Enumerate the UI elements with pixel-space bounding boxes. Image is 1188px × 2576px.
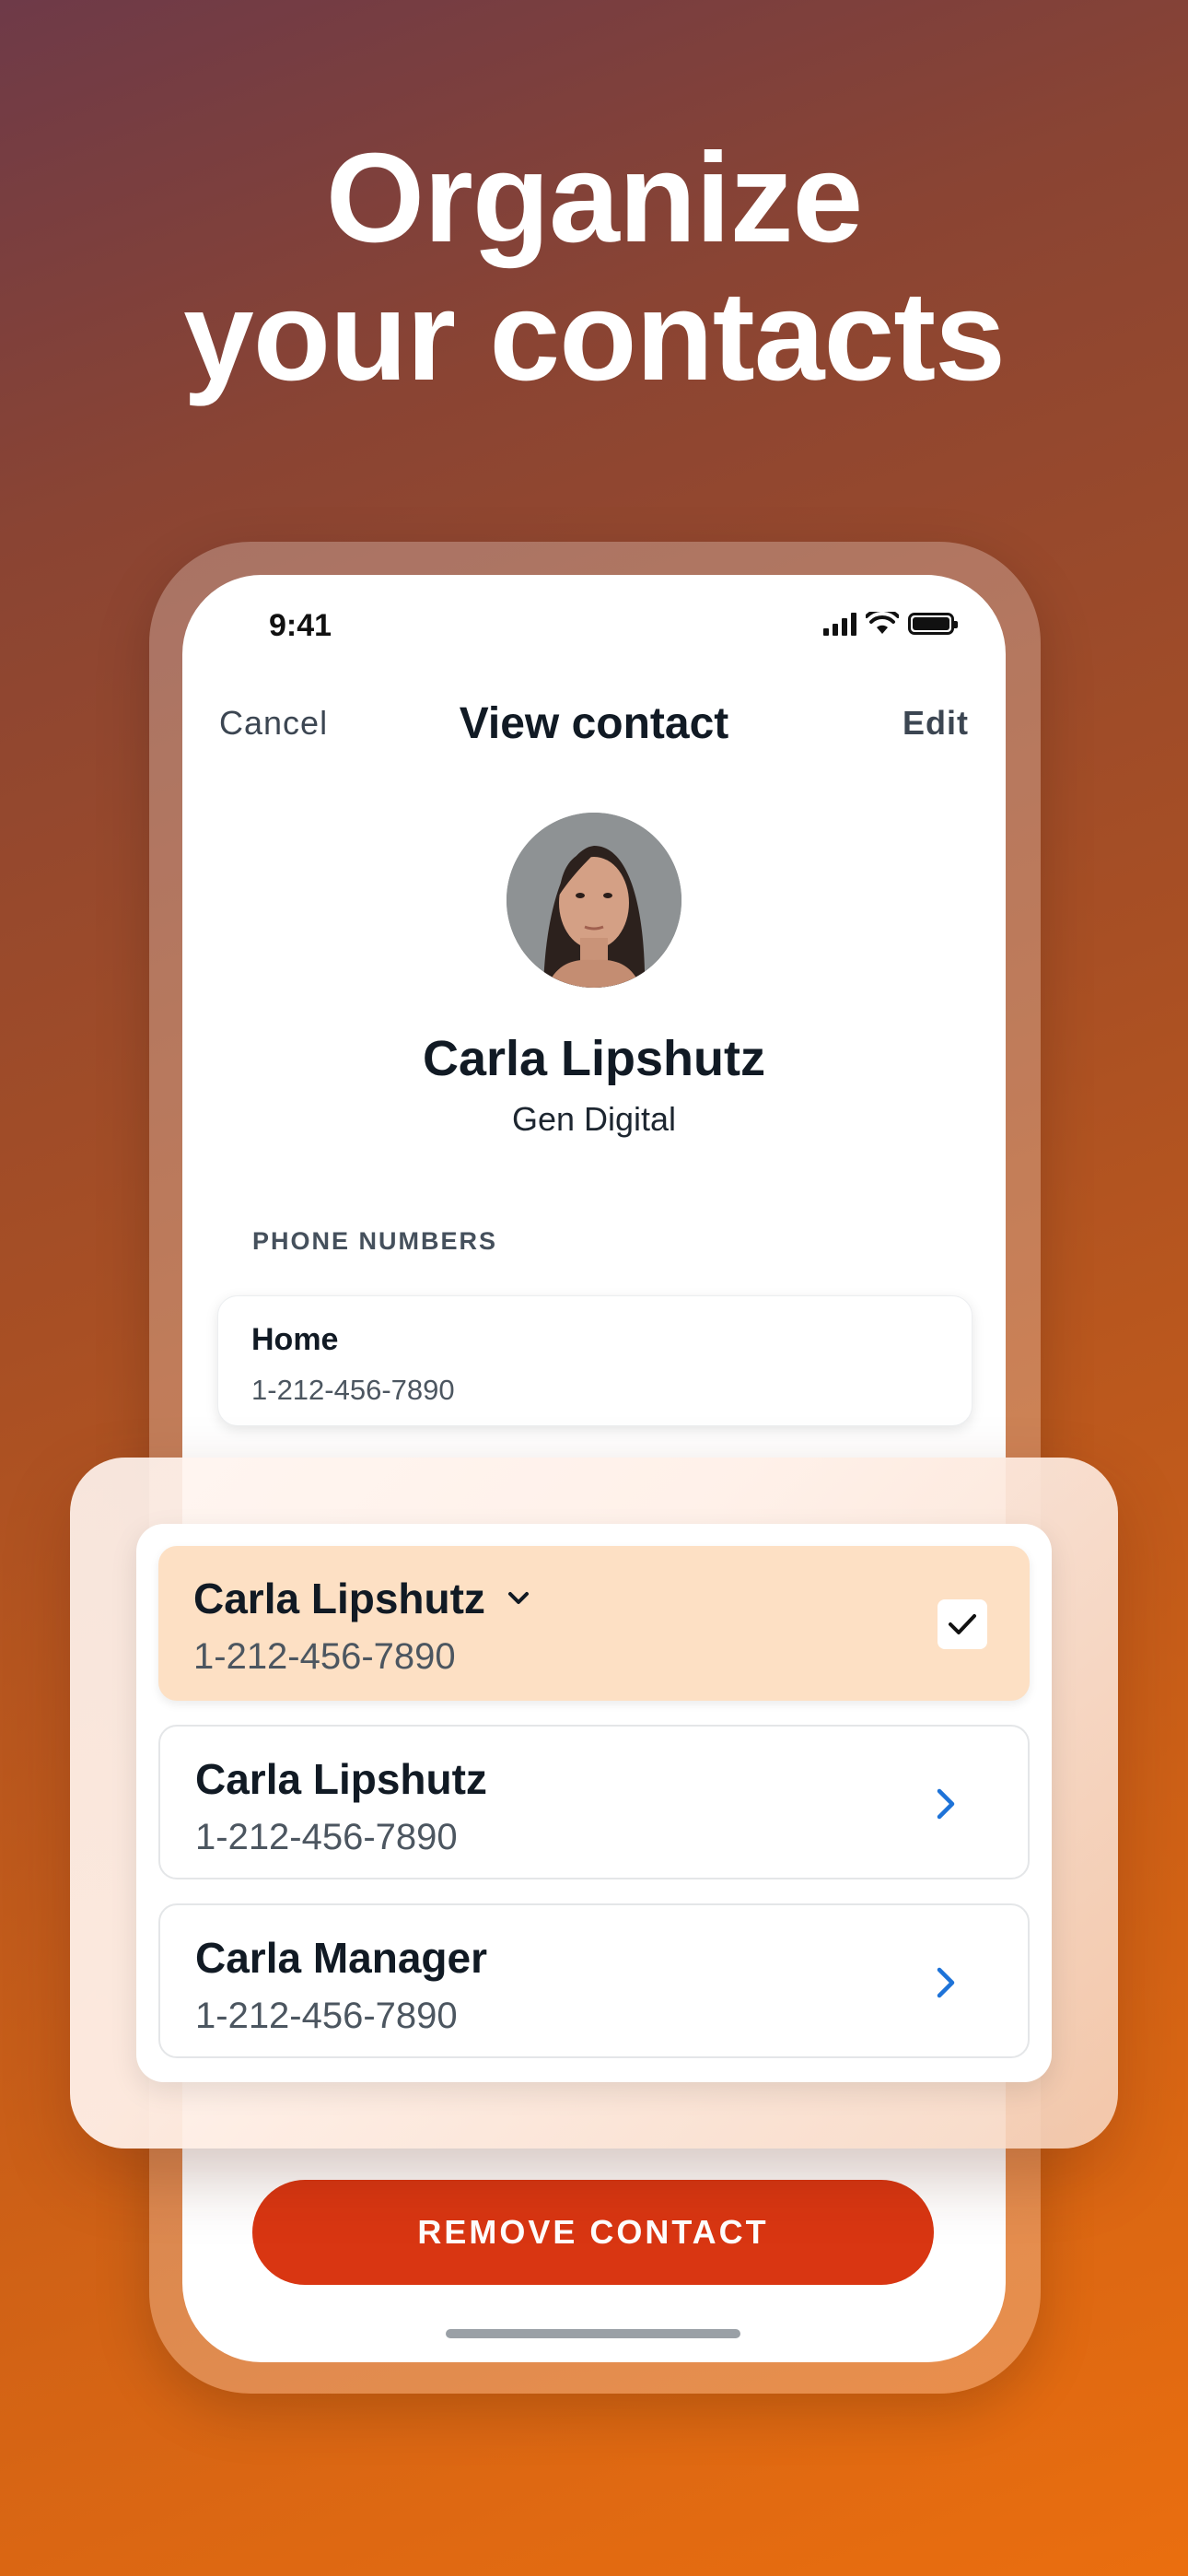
duplicate-number: 1-212-456-7890: [195, 1817, 458, 1857]
checkmark-icon: [949, 1614, 976, 1634]
edit-button[interactable]: Edit: [903, 704, 969, 743]
status-icons: [823, 612, 958, 636]
phone-label: Home: [251, 1322, 339, 1357]
nav-bar: Cancel View contact Edit: [182, 695, 1006, 768]
battery-icon: [908, 613, 958, 635]
duplicate-name: Carla Lipshutz: [195, 1755, 487, 1803]
chevron-right-icon[interactable]: [926, 1964, 963, 2001]
duplicate-row[interactable]: Carla Manager 1-212-456-7890: [158, 1903, 1030, 2058]
duplicates-card: Carla Lipshutz 1-212-456-7890 Carla Lips…: [136, 1524, 1052, 2082]
selected-checkbox[interactable]: [938, 1599, 987, 1649]
headline-line-1: Organize: [325, 127, 863, 269]
chevron-down-icon[interactable]: [506, 1589, 531, 1608]
status-bar: 9:41: [182, 575, 1006, 676]
remove-contact-button[interactable]: REMOVE CONTACT: [252, 2180, 934, 2285]
headline-line-2: your contacts: [183, 265, 1006, 407]
headline: Organize your contacts: [0, 129, 1188, 405]
duplicate-name: Carla Lipshutz: [193, 1575, 485, 1622]
duplicate-number: 1-212-456-7890: [193, 1636, 456, 1677]
wifi-icon: [866, 612, 899, 634]
phone-number-card[interactable]: Home 1-212-456-7890: [217, 1295, 973, 1426]
avatar: [507, 813, 681, 988]
duplicate-name: Carla Manager: [195, 1934, 488, 1982]
phone-number: 1-212-456-7890: [251, 1374, 455, 1406]
duplicate-row[interactable]: Carla Lipshutz 1-212-456-7890: [158, 1725, 1030, 1879]
phone-numbers-heading: PHONE NUMBERS: [252, 1227, 498, 1255]
duplicate-name-group: Carla Lipshutz: [193, 1574, 531, 1623]
status-time: 9:41: [269, 608, 332, 643]
contact-name: Carla Lipshutz: [422, 1031, 766, 1086]
page-title: View contact: [459, 699, 729, 748]
signal-icon: [823, 612, 856, 636]
home-indicator: [446, 2329, 740, 2338]
contact-company: Gen Digital: [511, 1100, 677, 1138]
chevron-right-icon[interactable]: [926, 1786, 963, 1822]
duplicate-number: 1-212-456-7890: [195, 1996, 458, 2036]
duplicate-row-selected[interactable]: Carla Lipshutz 1-212-456-7890: [158, 1546, 1030, 1701]
